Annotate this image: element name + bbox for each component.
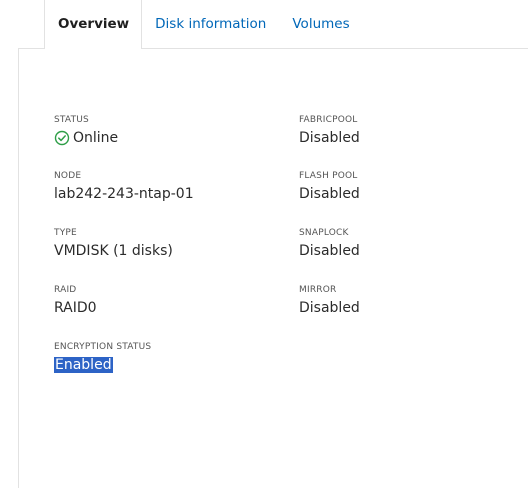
tab-bar: Overview Disk information Volumes — [44, 0, 350, 49]
overview-panel — [18, 48, 528, 488]
aggregate-details-view: Overview Disk information Volumes STATUS… — [0, 0, 528, 488]
active-tab-connector — [45, 47, 140, 50]
tab-overview[interactable]: Overview — [44, 0, 143, 49]
tab-disk-information[interactable]: Disk information — [142, 0, 266, 49]
tab-volumes[interactable]: Volumes — [266, 0, 349, 49]
